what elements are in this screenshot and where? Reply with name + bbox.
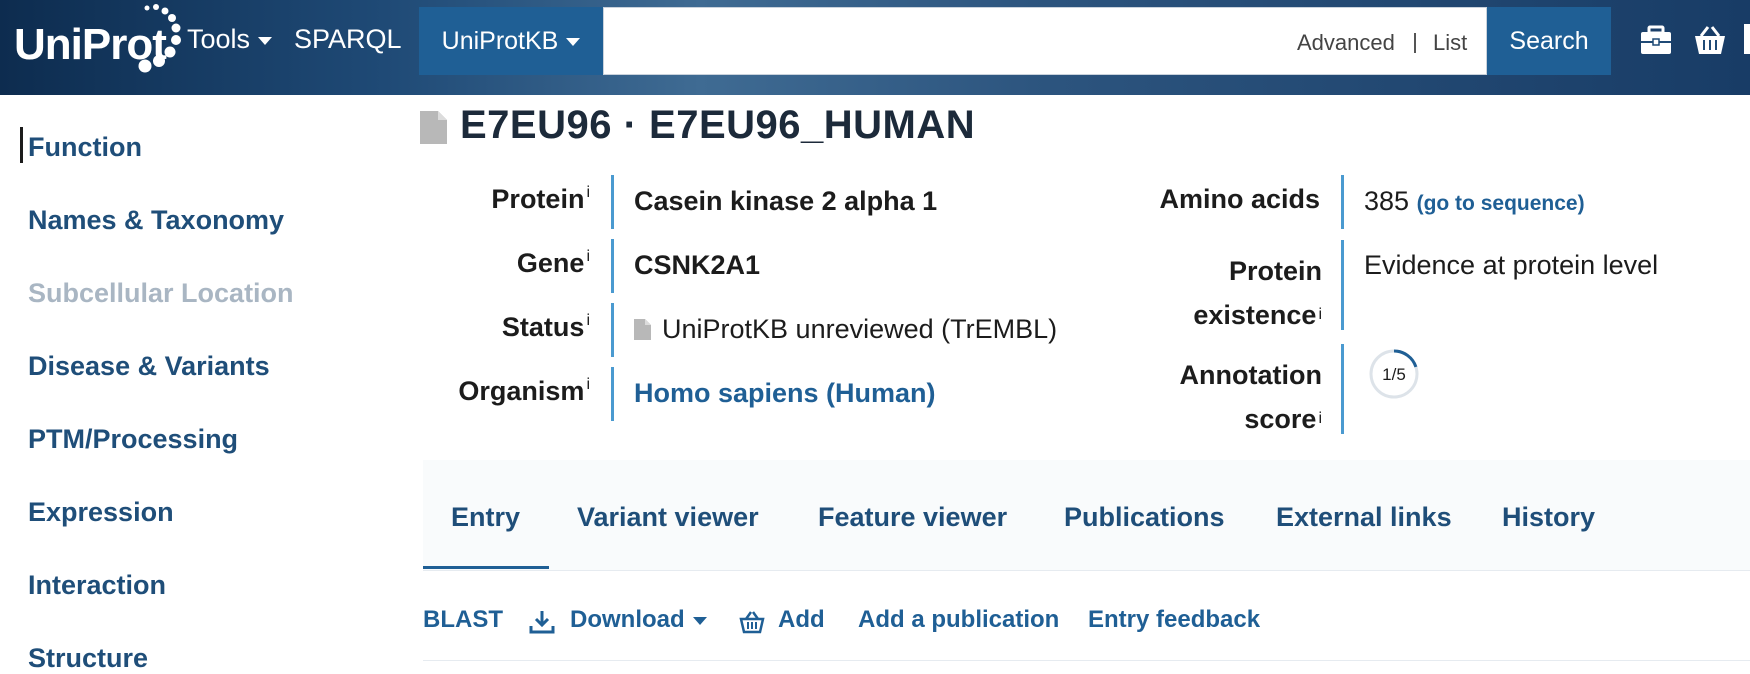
field-bar bbox=[1341, 240, 1344, 330]
add-publication-button[interactable]: Add a publication bbox=[858, 606, 1059, 634]
field-bar bbox=[1341, 175, 1344, 229]
annotation-score-label: Annotation score i bbox=[1100, 353, 1322, 441]
amino-acids-value: 385 bbox=[1364, 186, 1410, 216]
protein-existence-label-line1: Protein bbox=[1228, 256, 1322, 286]
protein-existence-label-line2: existence bbox=[1193, 300, 1317, 330]
tab-feature-viewer[interactable]: Feature viewer bbox=[818, 502, 1007, 533]
tools-menu[interactable]: Tools bbox=[187, 24, 273, 55]
info-marker[interactable]: i bbox=[586, 376, 590, 393]
sidebar-item-interaction[interactable]: Interaction bbox=[28, 570, 166, 601]
tab-publications[interactable]: Publications bbox=[1064, 502, 1225, 533]
amino-acids-value-row: 385 (go to sequence) bbox=[1364, 186, 1585, 217]
info-marker[interactable]: i bbox=[586, 184, 590, 201]
status-value: UniProtKB unreviewed (TrEMBL) bbox=[662, 314, 1058, 344]
toolbox-icon[interactable] bbox=[1638, 22, 1674, 58]
tab-variant-viewer[interactable]: Variant viewer bbox=[577, 502, 759, 533]
tools-label: Tools bbox=[187, 24, 251, 54]
annotation-score-value: 1/5 bbox=[1382, 365, 1406, 384]
entry-tabs: Entry Variant viewer Feature viewer Publ… bbox=[423, 460, 1750, 571]
advanced-search-link[interactable]: Advanced bbox=[1297, 30, 1395, 56]
basket-icon bbox=[739, 611, 765, 634]
page-title: E7EU96 · E7EU96_HUMAN bbox=[460, 103, 976, 147]
active-section-marker bbox=[20, 127, 23, 163]
amino-acids-label: Amino acids bbox=[1159, 184, 1320, 214]
tab-history[interactable]: History bbox=[1502, 502, 1595, 533]
status-label: Status i bbox=[440, 312, 590, 343]
protein-value: Casein kinase 2 alpha 1 bbox=[634, 186, 938, 216]
info-marker[interactable]: i bbox=[586, 312, 590, 329]
chevron-down-icon bbox=[692, 616, 707, 625]
sidebar-item-names-taxonomy[interactable]: Names & Taxonomy bbox=[28, 205, 284, 236]
annotation-score-label-line1: Annotation bbox=[1179, 360, 1322, 390]
organism-label-text: Organism bbox=[458, 376, 585, 406]
basket-icon[interactable] bbox=[1692, 22, 1728, 58]
sidebar-item-ptm-processing[interactable]: PTM/Processing bbox=[28, 424, 238, 455]
logo-dots-icon bbox=[138, 4, 181, 73]
sidebar-item-expression[interactable]: Expression bbox=[28, 497, 174, 528]
entry-feedback-button[interactable]: Entry feedback bbox=[1088, 606, 1260, 634]
tab-entry[interactable]: Entry bbox=[451, 502, 520, 533]
add-to-basket-button[interactable]: Add bbox=[778, 606, 825, 634]
info-marker[interactable]: i bbox=[586, 248, 590, 265]
field-bar bbox=[611, 303, 614, 357]
unreviewed-entry-icon bbox=[420, 111, 447, 144]
protein-existence-value: Evidence at protein level bbox=[1364, 250, 1659, 280]
divider bbox=[423, 660, 1750, 661]
info-marker[interactable]: i bbox=[1318, 410, 1322, 427]
sparql-link[interactable]: SPARQL bbox=[294, 24, 402, 55]
database-label: UniProtKB bbox=[441, 27, 559, 55]
download-label: Download bbox=[570, 606, 685, 633]
go-to-sequence-link[interactable]: (go to sequence) bbox=[1417, 192, 1585, 215]
active-tab-indicator bbox=[423, 566, 549, 569]
chevron-down-icon bbox=[258, 36, 273, 45]
sidebar-item-disease-variants[interactable]: Disease & Variants bbox=[28, 351, 270, 382]
sidebar-item-function[interactable]: Function bbox=[28, 132, 142, 163]
field-bar bbox=[611, 175, 614, 229]
gene-label-text: Gene bbox=[516, 248, 585, 278]
database-select[interactable]: UniProtKB bbox=[419, 7, 603, 75]
sidebar-item-subcellular-location: Subcellular Location bbox=[28, 278, 294, 308]
protein-existence-label: Protein existence i bbox=[1100, 249, 1322, 337]
field-bar bbox=[1341, 344, 1344, 434]
organism-link[interactable]: Homo sapiens (Human) bbox=[634, 378, 936, 409]
download-icon bbox=[529, 611, 555, 634]
menu-edge bbox=[1744, 24, 1750, 54]
divider bbox=[1414, 33, 1416, 53]
protein-label-text: Protein bbox=[491, 184, 585, 214]
blast-button[interactable]: BLAST bbox=[423, 606, 503, 634]
sidebar-item-structure[interactable]: Structure bbox=[28, 643, 148, 674]
gene-label: Gene i bbox=[440, 248, 590, 279]
field-bar bbox=[611, 239, 614, 293]
list-search-link[interactable]: List bbox=[1433, 30, 1467, 56]
info-marker[interactable]: i bbox=[1318, 306, 1322, 323]
field-bar bbox=[611, 367, 614, 421]
chevron-down-icon bbox=[566, 38, 581, 47]
protein-label: Protein i bbox=[440, 184, 590, 215]
download-button[interactable]: Download bbox=[570, 606, 707, 634]
top-header: UniProt Tools SPARQL UniProtKB Advanced … bbox=[0, 0, 1750, 95]
annotation-score-label-line2: score bbox=[1244, 404, 1317, 434]
annotation-score-gauge: 1/5 bbox=[1369, 349, 1419, 399]
search-box: Advanced List bbox=[603, 7, 1487, 75]
search-input[interactable] bbox=[604, 8, 1264, 74]
search-button[interactable]: Search bbox=[1487, 7, 1611, 75]
gene-value: CSNK2A1 bbox=[634, 250, 761, 280]
unreviewed-doc-icon bbox=[634, 319, 651, 340]
organism-label: Organism i bbox=[440, 376, 590, 407]
tab-external-links[interactable]: External links bbox=[1276, 502, 1452, 533]
status-label-text: Status bbox=[501, 312, 585, 342]
